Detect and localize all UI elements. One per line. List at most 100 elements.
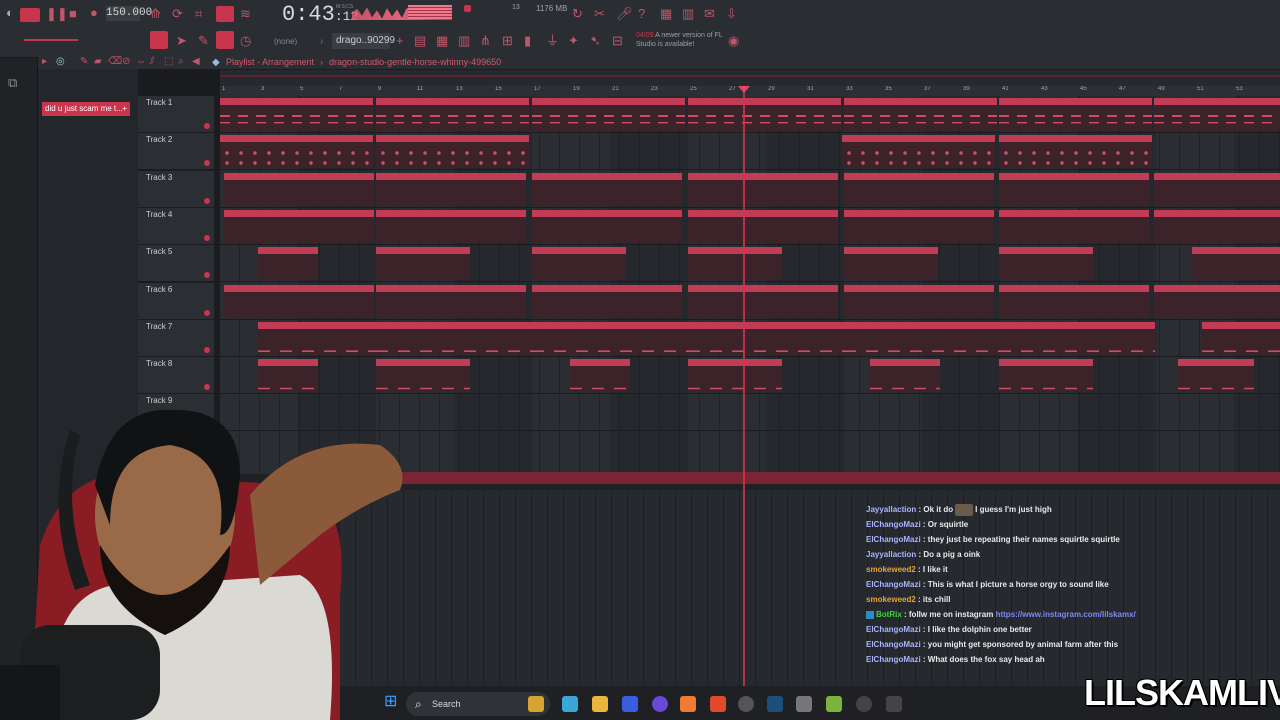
arrow-right-icon[interactable]: ➤ — [176, 34, 187, 48]
track-header[interactable]: Track 6 — [138, 282, 214, 320]
draw-tool-icon[interactable]: ✎ — [80, 55, 88, 69]
track-lane[interactable]: dragon-studio-g...whinny-499650 dragon-st… — [220, 320, 1280, 357]
news-icon[interactable]: ◉ — [728, 34, 739, 48]
help-icon[interactable]: ? — [638, 7, 645, 21]
track-header[interactable]: Track 7 — [138, 319, 214, 357]
playlist-clip[interactable]: @mfmihara fav perc — [999, 209, 1149, 243]
playlist-clip[interactable]: chandalier hat @lilskamx — [532, 172, 682, 206]
playhead[interactable] — [743, 86, 745, 686]
playlist-clip[interactable]: dragon-studi..h-sfx-390299 — [532, 247, 626, 281]
chat-username[interactable]: ElChangoMazi — [866, 580, 921, 589]
playlist-clip[interactable]: chandalier hat @lilskamx — [1154, 172, 1280, 206]
playlist-window-button[interactable] — [150, 31, 168, 49]
playlist-clip[interactable]: XV-5080 — [688, 98, 841, 131]
playlist-clip[interactable]: XV-5080 — [532, 98, 685, 131]
time-selection[interactable] — [220, 75, 1280, 77]
add-icon[interactable]: + — [122, 102, 127, 116]
wait-record-button[interactable] — [216, 6, 234, 22]
playlist-clip[interactable]: dragon-studio-gentle-horse-whinny-499650… — [999, 321, 1155, 355]
chat-username[interactable]: ElChangoMazi — [866, 625, 921, 634]
widgets-icon[interactable] — [528, 696, 544, 712]
pattern-arrow-icon[interactable]: › — [320, 35, 323, 49]
playlist-clip[interactable]: XV-5080 #2 — [376, 135, 529, 169]
playlist-clip[interactable]: @mfmihara fav perc — [1154, 209, 1280, 243]
playlist-clip[interactable]: @mfmihara fav perc — [376, 209, 526, 243]
track-lane[interactable]: chandalier hat @lilskamx chandalier hat @… — [220, 171, 1280, 208]
track-lane[interactable]: @mfmihara fav perc @mfmihara fav perc @mfm… — [220, 208, 1280, 245]
playlist-clip[interactable]: dragon-studi..h-sfx-390299 — [688, 247, 782, 281]
tools-icon[interactable]: ✦ — [568, 34, 579, 48]
playlist-clip[interactable]: XV-5080 — [220, 98, 373, 131]
track-header[interactable]: Track 5 — [138, 245, 214, 283]
track-enable-led[interactable] — [204, 123, 210, 129]
track-lane[interactable]: XV-5080 XV-5080 XV-5080 XV-5080 XV-5080 XV-50… — [220, 96, 1280, 133]
track-header[interactable]: Track 4 — [138, 207, 214, 245]
playlist-clip[interactable]: @mfmihara fav perc — [224, 209, 374, 243]
zoom-tool-icon[interactable]: ⌕ — [178, 55, 184, 69]
minecraft-icon[interactable] — [826, 696, 842, 712]
playlist-clip[interactable]: XV-5080 — [376, 98, 529, 131]
snap-setting[interactable]: (none) — [274, 37, 297, 46]
mic-icon[interactable]: 🎤︎ — [616, 7, 633, 21]
playlist-clip[interactable]: dragon-studio-horse-neigh-2-390296 — [688, 284, 838, 318]
4k-icon[interactable] — [856, 696, 872, 712]
menu-arrow-icon[interactable]: ▸ — [42, 55, 47, 69]
playlist-clip[interactable]: dragon..390299 — [1192, 247, 1280, 281]
playlist-clip[interactable]: dragon-studio-g...whinny-499650 — [258, 321, 376, 355]
obs-icon[interactable] — [738, 696, 754, 712]
chat-username[interactable]: ElChangoMazi — [866, 640, 921, 649]
refresh-icon[interactable]: ↻ — [572, 7, 583, 21]
playlist-clip[interactable]: @mfmiha...erk perc — [870, 359, 940, 393]
playlist-clip[interactable]: chandalier hat @lilskamx — [688, 172, 838, 206]
track-lane[interactable]: @mfmih...k perc @mfmihara patchwerk perc @… — [220, 357, 1280, 395]
delete-tool-icon[interactable]: ⌫ — [108, 55, 122, 69]
playlist-clip[interactable]: dragon-studio-horse-neigh-2-390296 — [376, 284, 526, 318]
track-lane[interactable]: dragon..390299 dragon-studi..h-sfx-390299… — [220, 245, 1280, 283]
steam-icon[interactable] — [767, 696, 783, 712]
chat-username[interactable]: Jayyallaction — [866, 550, 916, 559]
playhead-marker[interactable] — [738, 86, 750, 93]
piano-roll-icon[interactable]: ▦ — [660, 7, 672, 21]
select-tool-icon[interactable]: ⬚ — [164, 55, 173, 69]
chat-username[interactable]: ElChangoMazi — [866, 520, 921, 529]
selected-region-strip[interactable] — [340, 472, 1280, 484]
track-header[interactable]: Track 2 — [138, 133, 214, 171]
track-enable-led[interactable] — [204, 309, 210, 316]
playlist-clip[interactable]: chandalier hat @lilskamx — [844, 172, 994, 206]
track-enable-led[interactable] — [204, 197, 210, 204]
mute-tool-icon[interactable]: ⊘ — [122, 55, 130, 69]
chat-username[interactable]: ElChangoMazi — [866, 655, 921, 664]
playlist-clip[interactable]: chandalier hat @lilskamx — [376, 172, 526, 206]
slip-tool-icon[interactable]: ⇔ — [136, 55, 146, 69]
timeline-ruler[interactable]: 1 3 5 7 9 11 13 15 17 19 21 23 25 27 29 31 33 35 37 39 41 43 4… — [220, 86, 1280, 96]
playlist-current-pattern[interactable]: dragon-studio-gentle-horse-whinny-499650 — [329, 57, 501, 67]
news-panel[interactable]: 04/09 A newer version of FL Studio is av… — [636, 31, 736, 49]
play-arrow-icon[interactable]: ◆ — [212, 56, 220, 70]
file-explorer-icon[interactable] — [592, 696, 608, 712]
track-enable-led[interactable] — [204, 160, 210, 167]
chat-username[interactable]: smokeweed2 — [866, 565, 916, 574]
record-icon[interactable]: ● — [90, 6, 98, 20]
playlist-clip[interactable]: @mfmihara fav perc — [844, 209, 994, 243]
add-pattern-icon[interactable]: + — [396, 34, 404, 48]
snap-icon[interactable]: ◷ — [240, 34, 251, 48]
playlist-clip[interactable]: dragon-studio-gentle-horse-whinny-499650… — [688, 321, 844, 355]
pause-icon[interactable]: ❚❚ — [46, 7, 68, 21]
store-icon[interactable] — [622, 696, 638, 712]
playlist-clip[interactable]: dragon-studio-horse-neigh-2-390296 — [999, 284, 1149, 318]
rec-icon[interactable]: ➷ — [590, 34, 601, 48]
chat-link[interactable]: https://www.instagram.com/lilskamx/ — [996, 610, 1136, 619]
chat-username[interactable]: ElChangoMazi — [866, 535, 921, 544]
playlist-clip[interactable]: dragon-studio-gentle-horse-whinny-499650 — [844, 321, 1000, 355]
playlist-clip[interactable]: XV-5080 #2 — [220, 135, 373, 169]
playlist-clip[interactable]: @mfmihara fav perc — [532, 209, 682, 243]
playlist-clip[interactable]: @mfmihara patchwerk perc — [999, 359, 1093, 393]
playlist-clip[interactable]: @mfmih...k perc — [570, 359, 630, 393]
playlist-clip[interactable]: XV-5080 — [844, 98, 997, 131]
step-icon[interactable]: ⌗ — [195, 7, 202, 21]
paint-tool-icon[interactable]: ▰ — [94, 55, 102, 69]
playlist-clip[interactable]: dragon..390299 — [258, 247, 318, 281]
app-icon[interactable] — [796, 696, 812, 712]
playlist-clip[interactable]: XV-5080 — [999, 98, 1152, 131]
mixer-icon[interactable]: ▥ — [682, 7, 694, 21]
